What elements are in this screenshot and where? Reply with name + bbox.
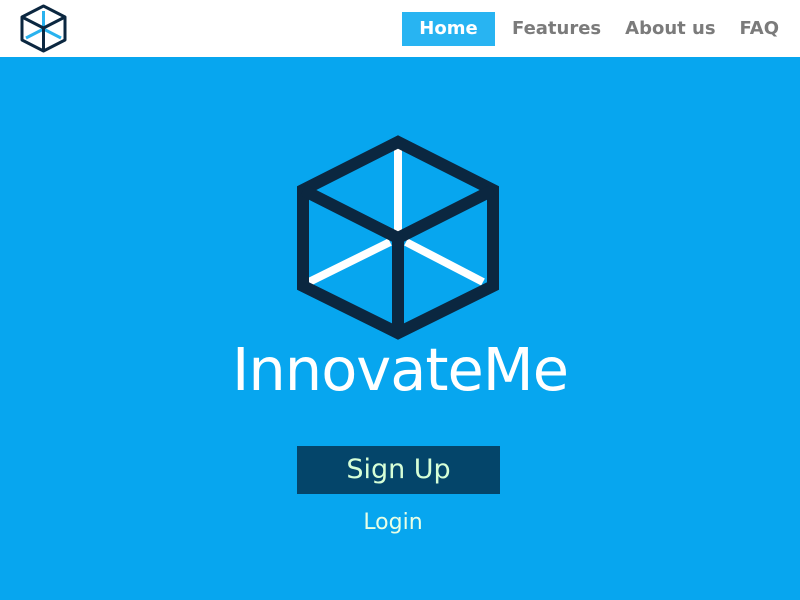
nav-faq[interactable]: FAQ bbox=[740, 12, 779, 46]
hero-cube-logo-icon bbox=[293, 134, 503, 340]
header-cube-logo-icon[interactable] bbox=[17, 3, 70, 54]
sign-up-button[interactable]: Sign Up bbox=[297, 446, 500, 494]
nav-home[interactable]: Home bbox=[402, 12, 495, 46]
brand-name: InnovateMe bbox=[232, 335, 569, 404]
top-header: Home Features About us FAQ bbox=[0, 0, 800, 57]
nav-about-us[interactable]: About us bbox=[625, 12, 715, 46]
login-link[interactable]: Login bbox=[293, 508, 493, 538]
nav-features[interactable]: Features bbox=[512, 12, 601, 46]
main-nav: Home Features About us FAQ bbox=[402, 12, 779, 46]
